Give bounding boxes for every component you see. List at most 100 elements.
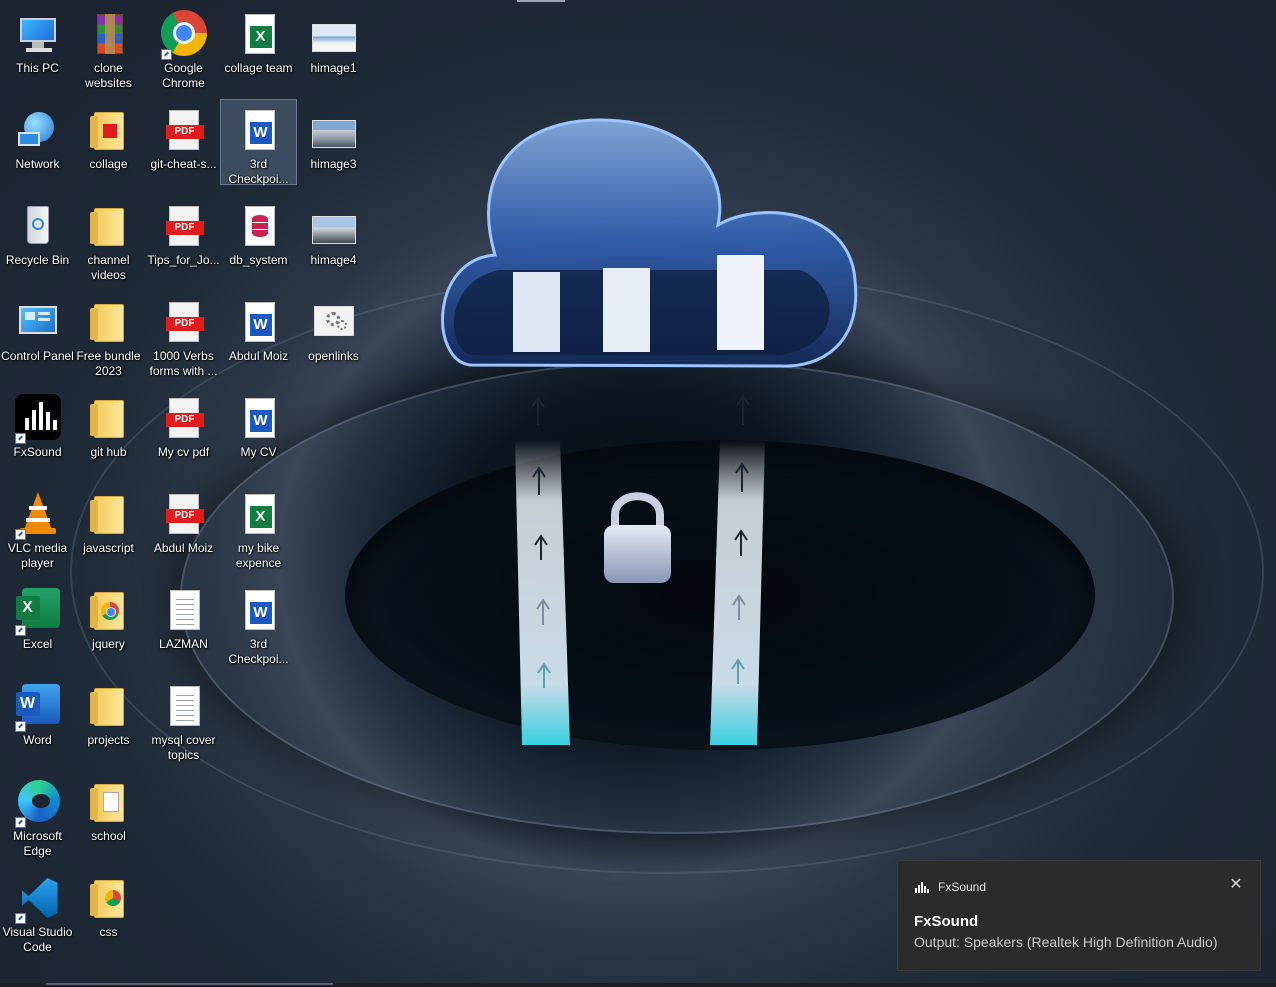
shortcut-arrow-icon: [14, 625, 26, 636]
image-thumbnail-icon: [310, 10, 358, 58]
pdf-file-icon: PDF: [160, 106, 208, 154]
desktop-icon-my-cv[interactable]: W My CV: [221, 388, 296, 482]
shortcut-arrow-icon: [14, 721, 26, 732]
vscode-icon: [14, 874, 62, 924]
desktop-icon-css[interactable]: css: [71, 868, 146, 962]
desktop-icon-collage-team[interactable]: X collage team: [221, 4, 296, 98]
icon-label: db_system: [229, 253, 288, 267]
desktop-icon-3rd-checkpoint-2[interactable]: W 3rd Checkpoi...: [221, 580, 296, 674]
desktop-icon-edge[interactable]: Microsoft Edge: [0, 772, 75, 866]
desktop: This PC Network Recycle Bin Control Pane…: [0, 0, 1276, 987]
icon-label: Excel: [22, 637, 53, 651]
desktop-icon-abdul-moiz-pdf[interactable]: PDF Abdul Moiz: [146, 484, 221, 578]
desktop-icon-excel[interactable]: X Excel: [0, 580, 75, 674]
cloud-shape: [441, 118, 858, 368]
desktop-icon-himage1[interactable]: himage1: [296, 4, 371, 98]
desktop-icon-vscode[interactable]: Visual Studio Code: [0, 868, 75, 962]
icon-label: Recycle Bin: [5, 253, 70, 267]
taskbar-edge: [0, 983, 1276, 987]
desktop-icon-git-cheat-sheet[interactable]: PDF git-cheat-s...: [146, 100, 221, 194]
fxsound-notification-toast[interactable]: FxSound ✕ FxSound Output: Speakers (Real…: [897, 860, 1261, 971]
desktop-icon-1000-verbs[interactable]: PDF 1000 Verbs forms with ...: [146, 292, 221, 386]
word-file-icon: W: [235, 586, 283, 634]
this-pc-icon: [14, 10, 62, 58]
desktop-icon-recycle-bin[interactable]: Recycle Bin: [0, 196, 75, 290]
notification-app-name: FxSound: [938, 880, 987, 894]
desktop-icon-my-cv-pdf[interactable]: PDF My cv pdf: [146, 388, 221, 482]
shortcut-arrow-icon: [14, 913, 26, 924]
icon-label: My cv pdf: [157, 445, 210, 459]
icon-label: 3rd Checkpoi...: [228, 157, 289, 186]
desktop-icon-fxsound[interactable]: FxSound: [0, 388, 75, 482]
fxsound-icon: [14, 394, 62, 444]
desktop-icon-himage4[interactable]: himage4: [296, 196, 371, 290]
excel-icon: X: [14, 586, 62, 636]
desktop-icon-channel-videos[interactable]: channel videos: [71, 196, 146, 290]
cloud-bar-2: [603, 268, 650, 352]
icon-label: git-cheat-s...: [150, 157, 217, 171]
desktop-icon-javascript[interactable]: javascript: [71, 484, 146, 578]
icon-label: FxSound: [13, 445, 62, 459]
upload-beam-left: [515, 440, 570, 745]
desktop-icon-google-chrome[interactable]: Google Chrome: [146, 4, 221, 98]
winrar-archive-icon: [85, 10, 133, 58]
cloud-bar-1: [513, 272, 560, 352]
desktop-icon-git-hub[interactable]: git hub: [71, 388, 146, 482]
lock-shackle: [611, 492, 664, 530]
image-thumbnail-icon: [310, 106, 358, 154]
pdf-file-icon: PDF: [160, 298, 208, 346]
desktop-icon-db-system[interactable]: db_system: [221, 196, 296, 290]
folder-icon: [85, 586, 133, 634]
desktop-icon-this-pc[interactable]: This PC: [0, 4, 75, 98]
pdf-file-icon: PDF: [160, 394, 208, 442]
desktop-icon-my-bike-expence[interactable]: X my bike expence: [221, 484, 296, 578]
icon-label: himage1: [310, 61, 357, 75]
pdf-file-icon: PDF: [160, 490, 208, 538]
image-thumbnail-icon: [310, 202, 358, 250]
desktop-icon-tips-for-jo[interactable]: PDF Tips_for_Jo...: [146, 196, 221, 290]
shortcut-arrow-icon: [14, 433, 26, 444]
fxsound-app-icon: [915, 882, 929, 893]
text-file-icon: [160, 586, 208, 634]
desktop-icon-jquery[interactable]: jquery: [71, 580, 146, 674]
icon-label: collage: [89, 157, 128, 171]
icon-label: This PC: [16, 61, 59, 75]
folder-icon: [85, 394, 133, 442]
beam-arrows: [531, 394, 750, 688]
desktop-icon-vlc[interactable]: VLC media player: [0, 484, 75, 578]
icon-label: jquery: [92, 637, 125, 651]
desktop-icon-mysql-cover-topics[interactable]: mysql cover topics: [146, 676, 221, 770]
icon-label: clone websites: [85, 61, 132, 90]
folder-icon: [85, 298, 133, 346]
notification-body: Output: Speakers (Realtek High Definitio…: [914, 934, 1218, 950]
icon-label: Control Panel: [1, 349, 74, 363]
icon-label: channel videos: [87, 253, 130, 282]
icon-label: Microsoft Edge: [13, 829, 62, 858]
desktop-icon-projects[interactable]: projects: [71, 676, 146, 770]
icon-label: 3rd Checkpoi...: [228, 637, 289, 666]
notification-close-icon[interactable]: ✕: [1226, 875, 1246, 895]
icon-label: Tips_for_Jo...: [147, 253, 220, 267]
icon-label: Free bundle 2023: [76, 349, 141, 378]
icon-label: Google Chrome: [162, 61, 205, 90]
folder-icon: [85, 490, 133, 538]
desktop-icon-free-bundle-2023[interactable]: Free bundle 2023: [71, 292, 146, 386]
icon-label: Abdul Moiz: [153, 541, 214, 555]
desktop-icon-3rd-checkpoint-selected[interactable]: W 3rd Checkpoi...: [220, 99, 297, 186]
desktop-icon-network[interactable]: Network: [0, 100, 75, 194]
icon-label: Word: [23, 733, 52, 747]
desktop-icon-clone-websites[interactable]: clone websites: [71, 4, 146, 98]
desktop-icon-word[interactable]: W Word: [0, 676, 75, 770]
icon-label: mysql cover topics: [151, 733, 216, 762]
folder-icon: [85, 874, 133, 922]
icon-label: My CV: [240, 445, 277, 459]
desktop-icon-control-panel[interactable]: Control Panel: [0, 292, 75, 386]
desktop-icon-collage-folder[interactable]: collage: [71, 100, 146, 194]
top-edge-indicator: [517, 0, 565, 2]
desktop-icon-lazman[interactable]: LAZMAN: [146, 580, 221, 674]
desktop-icon-openlinks[interactable]: openlinks: [296, 292, 371, 386]
desktop-icon-school[interactable]: school: [71, 772, 146, 866]
desktop-icon-abdul-moiz-doc[interactable]: W Abdul Moiz: [221, 292, 296, 386]
desktop-icon-himage3[interactable]: himage3: [296, 100, 371, 194]
icon-label: openlinks: [308, 349, 359, 363]
